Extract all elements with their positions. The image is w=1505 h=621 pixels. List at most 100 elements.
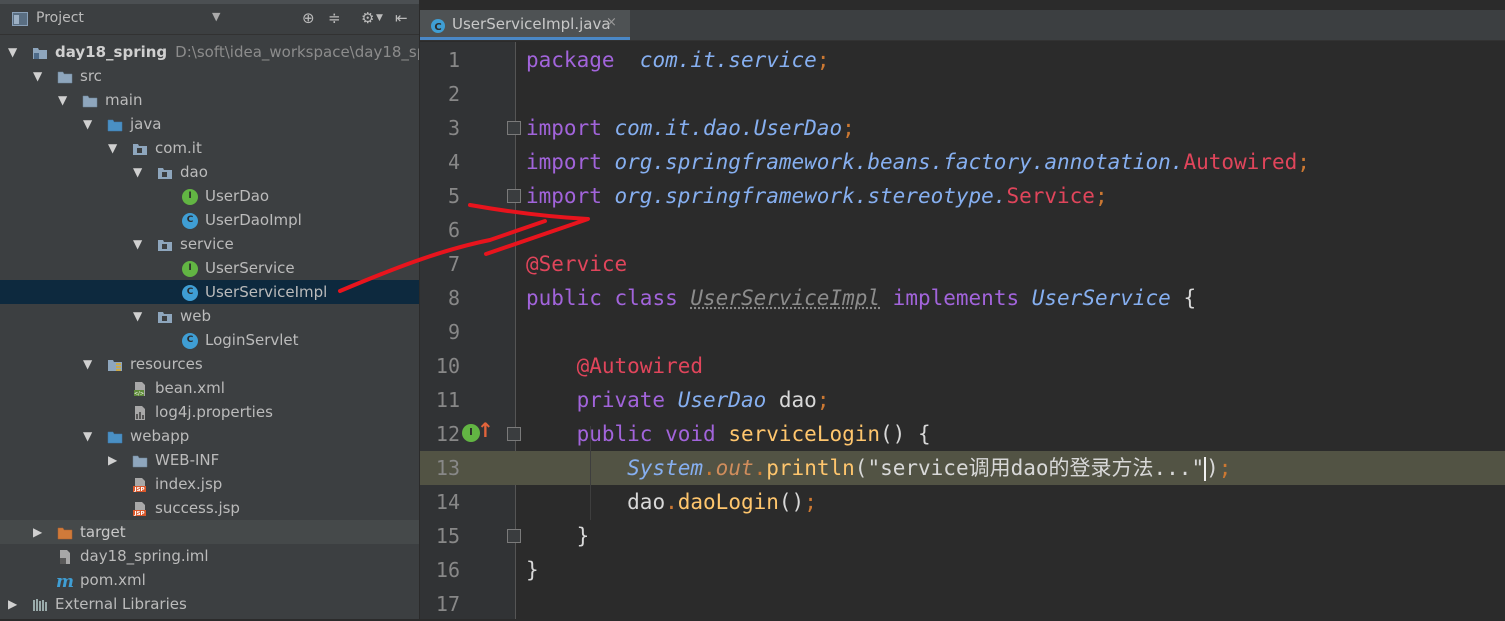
code-token: implements xyxy=(880,286,1032,310)
code-line: package com.it.service; xyxy=(526,43,829,77)
collapse-all-icon[interactable]: ≑ xyxy=(328,9,341,27)
code-token: ; xyxy=(804,490,817,514)
tree-item-label: service xyxy=(180,235,234,253)
tree-item[interactable]: ▼ src xyxy=(0,64,419,88)
gear-icon[interactable]: ⚙ xyxy=(361,9,374,27)
project-view-icon[interactable] xyxy=(12,12,28,26)
expand-arrow-icon[interactable]: ▼ xyxy=(108,136,122,160)
module-path: D:\soft\idea_workspace\day18_spri xyxy=(175,43,420,61)
fold-marker-icon[interactable] xyxy=(507,121,521,135)
expand-arrow-icon[interactable]: ▼ xyxy=(8,40,22,64)
line-number: 6 xyxy=(447,218,460,242)
line-number: 15 xyxy=(435,524,460,548)
code-token: UserServiceImpl xyxy=(690,286,881,310)
code-line: @Service xyxy=(526,247,627,281)
properties-file-icon xyxy=(132,404,148,420)
tab-userserviceimpl[interactable]: C UserServiceImpl.java × xyxy=(420,10,630,40)
expand-arrow-icon[interactable]: ▼ xyxy=(133,304,147,328)
code-line: import com.it.dao.UserDao; xyxy=(526,111,855,145)
maven-icon: m xyxy=(56,572,74,592)
tree-item-label: dao xyxy=(180,163,208,181)
tree-item[interactable]: day18_spring.iml xyxy=(0,544,419,568)
code-token: ; xyxy=(1297,150,1310,174)
expand-arrow-icon[interactable]: ▼ xyxy=(133,232,147,256)
code-line: } xyxy=(526,519,590,553)
tree-item-label: UserServiceImpl xyxy=(205,283,328,301)
expand-arrow-icon[interactable]: ▼ xyxy=(83,352,97,376)
code-token: org.springframework.stereotype. xyxy=(614,184,1007,208)
tree-item-label: UserDao xyxy=(205,187,270,205)
tree-item[interactable]: C UserDaoImpl xyxy=(0,208,419,232)
expand-arrow-icon[interactable]: ▼ xyxy=(133,160,147,184)
tree-item[interactable]: ▼ resources xyxy=(0,352,419,376)
override-arrow-icon[interactable]: ↑ xyxy=(477,418,494,442)
collapse-arrow-icon[interactable]: ▶ xyxy=(108,448,122,472)
code-token: Service xyxy=(1006,184,1095,208)
interface-icon: I xyxy=(182,189,198,205)
tree-item[interactable]: ▼ service xyxy=(0,232,419,256)
xml-file-icon: </> xyxy=(132,380,148,397)
resources-folder-icon xyxy=(107,356,123,372)
tree-item[interactable]: m pom.xml xyxy=(0,568,419,592)
expand-arrow-icon[interactable]: ▼ xyxy=(58,88,72,112)
fold-marker-icon[interactable] xyxy=(507,427,521,441)
tree-item[interactable]: ▼ dao xyxy=(0,160,419,184)
tree-item-label: day18_spring D:\soft\idea_workspace\day18… xyxy=(55,40,420,64)
code-line: import org.springframework.stereotype.Se… xyxy=(526,179,1108,213)
tree-item[interactable]: ▼ main xyxy=(0,88,419,112)
code-line: private UserDao dao; xyxy=(526,383,830,417)
interface-icon: I xyxy=(182,261,198,277)
tree-item[interactable]: </> bean.xml xyxy=(0,376,419,400)
tree-item-label: webapp xyxy=(130,427,190,445)
locate-icon[interactable]: ⊕ xyxy=(302,9,315,27)
code-token: void xyxy=(665,422,729,446)
code-line: System.out.println("service调用dao的登录方法...… xyxy=(526,451,1231,485)
tree-item[interactable]: ▶ target xyxy=(0,520,419,544)
project-panel-header: Project ▼ ⊕ ≑ ⚙ ▼ ⇤ xyxy=(0,4,419,35)
collapse-arrow-icon[interactable]: ▶ xyxy=(33,520,47,544)
tree-item[interactable]: JSP index.jsp xyxy=(0,472,419,496)
tree-item[interactable]: I UserDao xyxy=(0,184,419,208)
expand-arrow-icon[interactable]: ▼ xyxy=(33,64,47,88)
tree-item[interactable]: JSP success.jsp xyxy=(0,496,419,520)
fold-marker-icon[interactable] xyxy=(507,189,521,203)
class-icon: C xyxy=(182,285,198,301)
code-token: Autowired xyxy=(1183,150,1298,174)
tree-item[interactable]: ▼ web xyxy=(0,304,419,328)
fold-marker-icon[interactable] xyxy=(507,529,521,543)
expand-arrow-icon[interactable]: ▼ xyxy=(83,424,97,448)
hide-panel-icon[interactable]: ⇤ xyxy=(395,9,408,27)
tree-item-label: index.jsp xyxy=(155,475,223,493)
tree-item-label: day18_spring.iml xyxy=(80,547,209,565)
tree-item[interactable]: C UserServiceImpl xyxy=(0,280,419,304)
code-token: println xyxy=(766,456,855,480)
tree-item[interactable]: ▶ External Libraries xyxy=(0,592,419,616)
tree-item[interactable]: C LoginServlet xyxy=(0,328,419,352)
tree-item[interactable]: ▼ java xyxy=(0,112,419,136)
code-token: . xyxy=(703,456,716,480)
code-token: "service调用dao的登录方法..." xyxy=(867,456,1205,480)
tree-item-label: External Libraries xyxy=(55,595,187,613)
svg-text:JSP: JSP xyxy=(133,511,144,517)
tree-item[interactable]: log4j.properties xyxy=(0,400,419,424)
view-dropdown-icon[interactable]: ▼ xyxy=(212,10,220,23)
editor-tab-bar: C UserServiceImpl.java × xyxy=(420,10,1505,41)
tree-item[interactable]: ▼ day18_spring D:\soft\idea_workspace\day1… xyxy=(0,40,419,64)
svg-text:JSP: JSP xyxy=(133,487,144,493)
line-number: 3 xyxy=(447,116,460,140)
code-token: package xyxy=(526,48,628,72)
gear-dropdown-icon[interactable]: ▼ xyxy=(376,13,383,23)
tree-item[interactable]: ▶ WEB-INF xyxy=(0,448,419,472)
package-icon xyxy=(157,236,173,252)
code-token: ) xyxy=(1206,456,1219,480)
code-token: @Autowired xyxy=(576,354,704,378)
tree-item[interactable]: ▼ webapp xyxy=(0,424,419,448)
project-view-label[interactable]: Project xyxy=(36,10,84,26)
expand-arrow-icon[interactable]: ▼ xyxy=(83,112,97,136)
tree-item[interactable]: ▼ com.it xyxy=(0,136,419,160)
line-number: 16 xyxy=(435,558,460,582)
close-icon[interactable]: × xyxy=(606,15,617,30)
code-token: import xyxy=(526,184,615,208)
collapse-arrow-icon[interactable]: ▶ xyxy=(8,592,22,616)
tree-item[interactable]: I UserService xyxy=(0,256,419,280)
